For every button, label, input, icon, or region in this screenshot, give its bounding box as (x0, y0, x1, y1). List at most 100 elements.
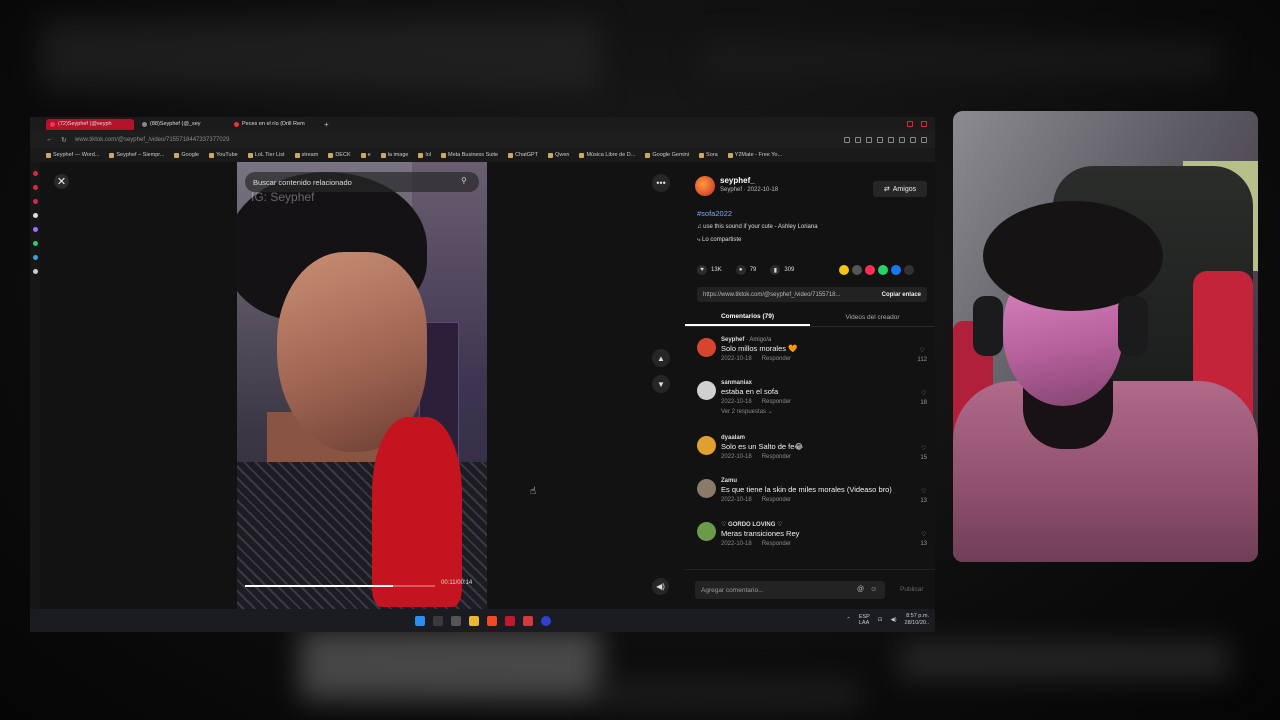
more-options-button[interactable]: ••• (652, 174, 670, 192)
reply-button[interactable]: Responder (762, 454, 791, 460)
bookmark-item[interactable]: ChatGPT (508, 152, 538, 158)
reply-button[interactable]: Responder (762, 356, 791, 362)
share-arrow-icon[interactable] (904, 265, 914, 275)
comment-username[interactable]: dyaalam (721, 435, 931, 441)
comment-like-button[interactable]: ♡ 15 (920, 445, 927, 463)
extension-icon[interactable] (866, 136, 872, 143)
start-icon[interactable] (414, 615, 425, 626)
chevron-up-icon[interactable]: ⌃ (846, 617, 851, 623)
bookmark-item[interactable]: LoL Tier List (247, 152, 285, 158)
mention-icon[interactable]: @ (857, 586, 864, 593)
bookmark-item[interactable]: Seyphef — Word... (46, 152, 99, 158)
comment-like-button[interactable]: ♡ 18 (920, 390, 927, 408)
bookmark-item[interactable]: Qwen (548, 152, 569, 158)
like-button[interactable]: ♥ 13K (697, 265, 722, 275)
back-icon[interactable]: ← (46, 136, 53, 143)
copy-link-button[interactable]: Copiar enlace (882, 292, 927, 298)
close-button[interactable]: ✕ (54, 174, 69, 189)
volume-button[interactable]: ◀) (652, 578, 669, 595)
calendar-icon[interactable] (522, 615, 533, 626)
bookmark-icon[interactable] (844, 136, 850, 143)
avatar[interactable] (697, 479, 716, 498)
comment-username[interactable]: Seyphef · Amigo/a (721, 337, 931, 343)
play-icon[interactable] (877, 136, 883, 143)
bookmark-item[interactable]: Sora (699, 152, 718, 158)
reply-button[interactable]: Responder (762, 399, 791, 405)
save-button[interactable]: ▮ 309 (770, 265, 794, 275)
search-icon[interactable] (432, 615, 443, 626)
previous-video-button[interactable]: ▲ (652, 349, 670, 367)
related-search-input[interactable]: Buscar contenido relacionado ⚲ (245, 172, 479, 192)
file-explorer-icon[interactable] (468, 615, 479, 626)
avatar[interactable] (697, 381, 716, 400)
bookmark-item[interactable]: Meta Business Suite (440, 152, 498, 158)
share-icon[interactable] (855, 136, 861, 143)
bookmark-item[interactable]: DECK (328, 152, 351, 158)
comment-username[interactable]: ♡ GORDO LOVING ♡ (721, 521, 931, 528)
coin-icon[interactable] (839, 265, 849, 275)
brave-icon[interactable] (486, 615, 497, 626)
tab-comments[interactable]: Comentarios (79) (685, 309, 810, 326)
clock[interactable]: 8:57 p.m. 28/10/20.. (905, 613, 929, 627)
telegram-icon[interactable] (32, 255, 38, 260)
tab-creator-videos[interactable]: Videos del creador (810, 309, 935, 326)
lang-indicator[interactable]: ESP LAA (859, 614, 870, 626)
bookmark-item[interactable]: Google (174, 152, 199, 158)
opera-icon[interactable] (504, 615, 515, 626)
view-replies-button[interactable]: Ver 2 respuestas ⌄ (721, 408, 931, 415)
comment-username[interactable]: Zamu (721, 478, 931, 484)
browser-tab[interactable]: Peces en el río (Drill Rem (230, 119, 318, 130)
bookmark-item[interactable]: la image (380, 152, 408, 158)
bookmark-item[interactable]: YouTube (209, 152, 238, 158)
comment-button[interactable]: ● 79 (735, 265, 756, 275)
video-player[interactable]: IG: Seyphef Buscar contenido relacionado… (237, 162, 487, 609)
avatar[interactable] (697, 436, 716, 455)
browser-tab[interactable]: (88)Seyphef (@_sey (138, 119, 226, 130)
author-username[interactable]: seyphef_ (720, 176, 778, 185)
embed-icon[interactable] (852, 265, 862, 275)
new-tab-button[interactable]: + (324, 120, 329, 129)
comment-like-button[interactable]: ♡ 13 (920, 488, 927, 506)
facebook-icon[interactable] (891, 265, 901, 275)
author-info[interactable]: seyphef_ Seyphef · 2022-10-18 (695, 176, 778, 196)
publish-button[interactable]: Publicar (900, 586, 923, 593)
download-icon[interactable] (910, 136, 916, 143)
video-link-field[interactable]: https://www.tiktok.com/@seyphef_/video/7… (697, 287, 927, 302)
maximize-button[interactable] (921, 121, 927, 127)
app-icon[interactable] (540, 615, 551, 626)
sidebar-app-icon[interactable] (32, 227, 38, 232)
heart-icon[interactable] (888, 136, 894, 143)
url-field[interactable]: www.tiktok.com/@seyphef_/video/715571844… (75, 137, 836, 143)
send-icon[interactable] (865, 265, 875, 275)
x-icon[interactable] (32, 269, 38, 274)
search-icon[interactable]: ⚲ (461, 176, 471, 186)
reply-button[interactable]: Responder (762, 497, 791, 503)
emoji-icon[interactable]: ☺ (870, 586, 877, 593)
next-video-button[interactable]: ▼ (652, 375, 670, 393)
whatsapp-icon[interactable] (878, 265, 888, 275)
network-icon[interactable]: ⊡ (878, 617, 883, 623)
bookmark-item[interactable]: Y2Mate - Free Yo... (727, 152, 782, 158)
bookmark-item[interactable]: lol (418, 152, 431, 158)
bookmark-item[interactable]: e (360, 152, 371, 158)
video-progress-bar[interactable] (245, 585, 435, 587)
reload-icon[interactable]: ↻ (61, 136, 67, 144)
whatsapp-icon[interactable] (32, 241, 38, 246)
sidebar-app-icon[interactable] (32, 213, 38, 218)
bookmark-item[interactable]: Google Gemini (645, 152, 689, 158)
sidebar-app-icon[interactable] (32, 171, 38, 176)
bookmark-item[interactable]: Seyphef – Siempr... (109, 152, 164, 158)
sidebar-icon[interactable] (899, 136, 905, 143)
browser-tab[interactable]: (72)Seyphef (@seyph (46, 118, 134, 130)
friends-button[interactable]: ⇄ Amigos (873, 181, 927, 197)
task-view-icon[interactable] (450, 615, 461, 626)
hashtag-link[interactable]: #sofa2022 (697, 209, 732, 218)
avatar[interactable] (697, 522, 716, 541)
bookmark-item[interactable]: stream (294, 152, 318, 158)
sidebar-app-icon[interactable] (32, 185, 38, 190)
reply-button[interactable]: Responder (762, 541, 791, 547)
minimize-button[interactable] (907, 121, 913, 127)
speaker-icon[interactable]: ◀) (890, 617, 896, 623)
menu-icon[interactable] (921, 136, 927, 143)
comment-like-button[interactable]: ♡ 112 (917, 347, 927, 365)
